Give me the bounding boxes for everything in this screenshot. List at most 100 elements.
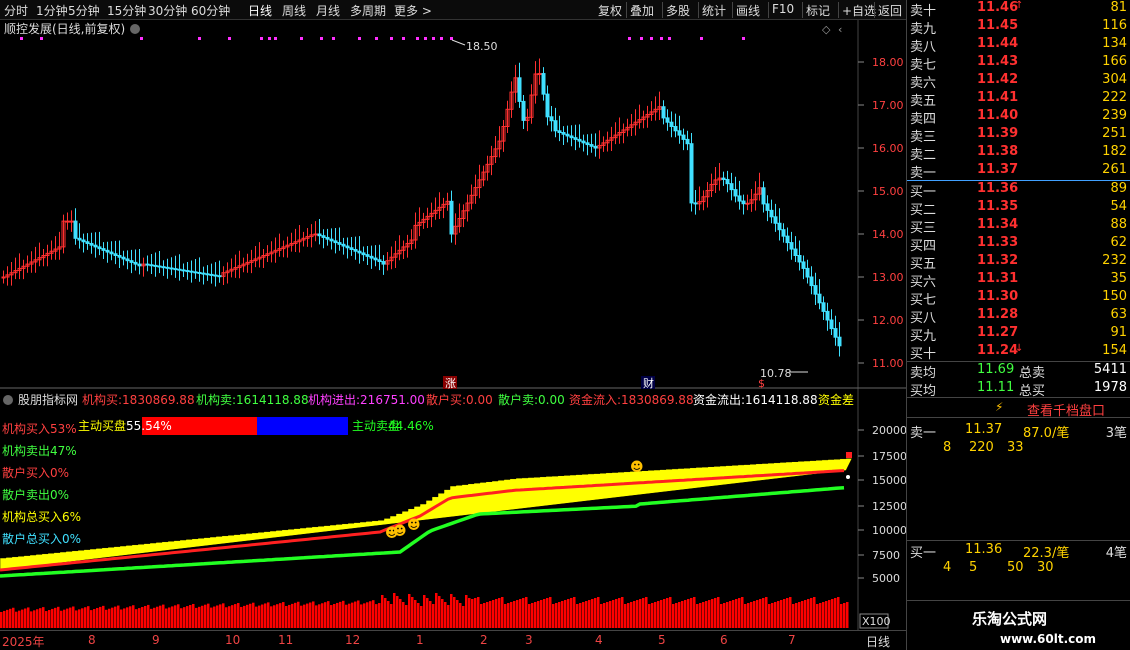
tab-period-0[interactable]: 分时 <box>4 2 28 19</box>
volume-bar <box>462 606 465 628</box>
tab-period-4[interactable]: 30分钟 <box>148 2 187 19</box>
candle-body <box>353 248 358 252</box>
orderbook-sell-row[interactable]: 卖二 11.38 182 <box>907 144 1130 163</box>
orderbook-sell-row[interactable]: 卖十 11.46 ↑ 81 <box>907 0 1130 19</box>
volume-bar <box>585 601 588 628</box>
period-label[interactable]: 日线 <box>866 633 890 650</box>
orderbook-buy-row[interactable]: 买一 11.36 89 <box>907 181 1130 200</box>
volume-bar <box>420 606 423 628</box>
candle-body <box>197 271 202 274</box>
orderbook-buy-row[interactable]: 买三 11.34 88 <box>907 217 1130 236</box>
buy-level-label: 买八 <box>910 311 937 326</box>
toolbar-action-3[interactable]: 统计 <box>702 2 726 19</box>
volume-bar <box>819 603 822 628</box>
orderbook-buy-row[interactable]: 买八 11.28 63 <box>907 307 1130 326</box>
buy-volume: 89 <box>1110 181 1127 196</box>
candle-body <box>765 203 770 211</box>
candle-body <box>369 255 374 259</box>
volume-bar <box>57 606 60 628</box>
tab-period-2[interactable]: 5分钟 <box>68 2 100 19</box>
orderbook-sell-row[interactable]: 卖四 11.40 239 <box>907 108 1130 127</box>
detail-label: 卖一 <box>910 426 937 441</box>
candle-body <box>373 257 378 261</box>
orderbook-buy-row[interactable]: 买二 11.35 54 <box>907 199 1130 218</box>
volume-bar <box>510 602 513 628</box>
buy-volume: 62 <box>1110 235 1127 250</box>
orderbook-panel: 卖十 11.46 ↑ 81 卖九 11.45 116 卖八 11.44 134 卖七 11.43 166… <box>906 0 1130 650</box>
volume-bar <box>561 601 564 628</box>
chevron-down-icon[interactable] <box>3 395 13 405</box>
chart-area[interactable]: 顺控发展(日线,前复权) ◇ ‹ 18.00 17.00 16.00 15.00 14.… <box>0 20 907 630</box>
green-line-end-dot <box>846 475 850 479</box>
candle-body <box>129 260 134 263</box>
smiley-icon: ☻ <box>407 518 421 533</box>
toolbar-action-7[interactable]: +自选 <box>842 2 876 19</box>
volume-bar <box>324 602 327 628</box>
orderbook-sell-row[interactable]: 卖九 11.45 116 <box>907 18 1130 37</box>
indicator-fields: 机构买:1830869.88 机构卖:1614118.88 机构进出:216751.… <box>82 392 854 407</box>
toolbar-action-0[interactable]: 复权 <box>598 2 622 19</box>
orderbook-sell-row[interactable]: 卖七 11.43 166 <box>907 54 1130 73</box>
indicator-field-3: 散户买:0.00 <box>426 392 493 407</box>
indicator-field-5: 资金流入:1830869.88 <box>569 392 694 407</box>
orderbook-sell-row[interactable]: 卖八 11.44 134 <box>907 36 1130 55</box>
orderbook-buy-row[interactable]: 买六 11.31 35 <box>907 271 1130 290</box>
volume-bar <box>63 609 66 628</box>
volume-bar <box>348 603 351 628</box>
sell-price: 11.45 <box>977 18 1019 33</box>
tab-period-3[interactable]: 15分钟 <box>107 2 146 19</box>
toolbar-divider <box>768 2 769 18</box>
orderbook-sell-row[interactable]: 卖三 11.39 251 <box>907 126 1130 145</box>
toolbar-action-2[interactable]: 多股 <box>666 2 690 19</box>
buy-price: 11.24 <box>977 343 1019 358</box>
orderbook-sell-row[interactable]: 卖一 11.37 261 <box>907 162 1130 181</box>
tab-period-6[interactable]: 日线 <box>248 2 272 19</box>
buy-price: 11.30 <box>977 289 1019 304</box>
toolbar-action-5[interactable]: F10 <box>772 2 794 16</box>
orderbook-buy-row[interactable]: 买七 11.30 150 <box>907 289 1130 308</box>
tab-period-8[interactable]: 月线 <box>316 2 340 19</box>
orderbook-buy-row[interactable]: 买四 11.33 62 <box>907 235 1130 254</box>
orderbook-sell-row[interactable]: 卖五 11.41 222 <box>907 90 1130 109</box>
tab-period-10[interactable]: 更多 > <box>394 2 432 19</box>
tab-period-1[interactable]: 1分钟 <box>36 2 68 19</box>
candle-body <box>673 126 678 132</box>
volume-bar <box>777 601 780 628</box>
toolbar-action-6[interactable]: 标记 <box>806 2 830 19</box>
sell-level-label: 卖二 <box>910 148 937 163</box>
diamond-icon[interactable]: ◇ <box>822 23 831 36</box>
toolbar-action-4[interactable]: 画线 <box>736 2 760 19</box>
toolbar-action-1[interactable]: 叠加 <box>630 2 654 19</box>
volume-bar <box>45 611 48 628</box>
volume-bar <box>672 604 675 628</box>
volume-bar <box>591 599 594 628</box>
volume-bar <box>279 603 282 628</box>
orderbook-buy-row[interactable]: 买五 11.32 232 <box>907 253 1130 272</box>
volume-bar <box>792 604 795 628</box>
buy-volume: 35 <box>1110 271 1127 286</box>
candle-body <box>349 247 354 250</box>
toolbar-action-8[interactable]: 返回 <box>878 2 902 19</box>
tab-period-5[interactable]: 60分钟 <box>191 2 230 19</box>
lightning-icon: ⚡ <box>995 400 1004 414</box>
detail-order: 5 <box>969 560 978 575</box>
chevron-down-icon[interactable] <box>130 24 140 34</box>
orderbook-sell-row[interactable]: 卖六 11.42 304 <box>907 72 1130 91</box>
chevron-left-icon[interactable]: ‹ <box>838 23 842 36</box>
volume-bar <box>156 606 159 628</box>
chart-svg[interactable]: 顺控发展(日线,前复权) ◇ ‹ 18.00 17.00 16.00 15.00 14.… <box>0 20 907 630</box>
candle-body <box>813 285 818 295</box>
volume-bar <box>249 603 252 628</box>
orderbook-buy-row[interactable]: 买十 11.24 ↓ 154 <box>907 343 1130 362</box>
chart-title: 顺控发展(日线,前复权) <box>4 21 125 36</box>
orderbook-buy-row[interactable]: 买九 11.27 91 <box>907 325 1130 344</box>
volume-bar <box>744 604 747 628</box>
volume-bar <box>720 604 723 628</box>
toolbar-divider <box>698 2 699 18</box>
signal-dot <box>332 37 335 40</box>
volume-bar <box>423 595 426 628</box>
view-ten-level-button[interactable]: ⚡ 查看千档盘口 <box>907 398 1130 419</box>
tab-period-7[interactable]: 周线 <box>282 2 306 19</box>
tab-period-9[interactable]: 多周期 <box>350 2 386 19</box>
volume-bar <box>714 598 717 628</box>
